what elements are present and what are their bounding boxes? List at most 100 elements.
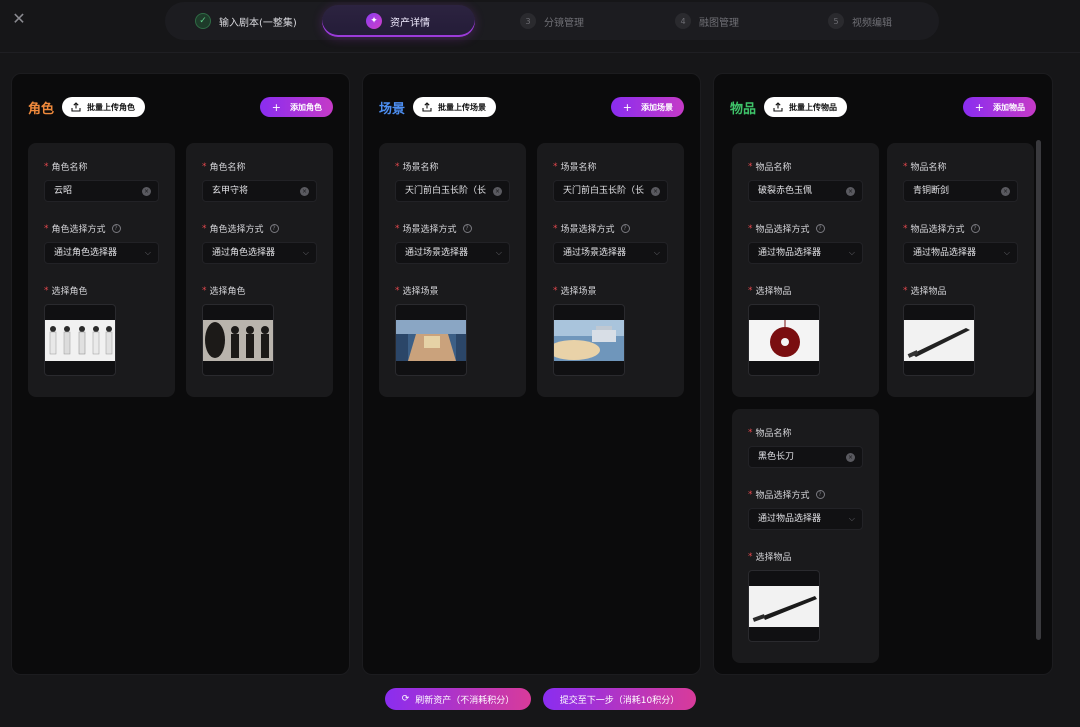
step-video-edit[interactable]: 5 视频编辑: [816, 5, 904, 37]
add-item-button[interactable]: + 添加物品: [962, 97, 1036, 117]
item-card: * 物品名称 破裂赤色玉佩 × * 物品选择方式? 通过物品选择器 ⌵ * 选择物品: [732, 143, 879, 397]
help-icon[interactable]: ?: [111, 224, 121, 233]
refresh-assets-button[interactable]: ⟳ 刷新资产（不消耗积分）: [385, 688, 531, 710]
item-thumbnail[interactable]: [903, 304, 975, 376]
method-label: * 物品选择方式?: [748, 222, 825, 235]
name-input[interactable]: 玄甲守将 ×: [202, 180, 317, 202]
method-select[interactable]: 通过角色选择器 ⌵: [44, 242, 159, 264]
bulk-upload-button[interactable]: 批量上传场景: [413, 97, 497, 117]
scene-thumbnail[interactable]: [553, 304, 625, 376]
character-card: * 角色名称 云昭 × * 角色选择方式? 通过角色选择器 ⌵ * 选择角色: [28, 143, 175, 397]
method-select[interactable]: 通过角色选择器 ⌵: [202, 242, 317, 264]
character-thumbnail[interactable]: [202, 304, 274, 376]
chevron-down-icon: ⌵: [1003, 248, 1010, 257]
header-divider: [0, 52, 1080, 53]
chevron-down-icon: ⌵: [653, 248, 660, 257]
name-input[interactable]: 青铜断剑 ×: [903, 180, 1018, 202]
panel-items: 物品 批量上传物品 + 添加物品 * 物品名称 破裂赤色玉佩 × * 物品选择方式? …: [713, 73, 1053, 675]
upload-icon: [71, 102, 81, 112]
method-select[interactable]: 通过场景选择器 ⌵: [553, 242, 668, 264]
step-image-fusion[interactable]: 4 融图管理: [663, 5, 751, 37]
item-card: * 物品名称 黑色长刀 × * 物品选择方式? 通过物品选择器 ⌵ * 选择物品: [732, 409, 879, 663]
item-card: * 物品名称 青铜断剑 × * 物品选择方式? 通过物品选择器 ⌵ * 选择物品: [887, 143, 1034, 397]
panel-scenes: 场景 批量上传场景 + 添加场景 * 场景名称 天门前白玉长阶（长 × * 场景选择方…: [362, 73, 701, 675]
name-input[interactable]: 破裂赤色玉佩 ×: [748, 180, 863, 202]
help-icon[interactable]: ?: [620, 224, 630, 233]
method-select[interactable]: 通过物品选择器 ⌵: [748, 508, 863, 530]
name-input[interactable]: 天门前白玉长阶（长 ×: [553, 180, 668, 202]
step-input-script[interactable]: ✓ 输入剧本(一整集): [183, 5, 309, 37]
method-select[interactable]: 通过场景选择器 ⌵: [395, 242, 510, 264]
panel-header: 物品 批量上传物品 + 添加物品: [730, 97, 1036, 117]
step-label: 视频编辑: [852, 17, 892, 29]
chevron-down-icon: ⌵: [848, 248, 855, 257]
panel-title: 物品: [730, 101, 757, 117]
clear-icon[interactable]: ×: [142, 187, 151, 196]
character-image: [45, 320, 115, 361]
plus-icon: +: [622, 100, 632, 114]
item-thumbnail[interactable]: [748, 304, 820, 376]
method-label: * 场景选择方式?: [553, 222, 630, 235]
armored-character-image: [203, 320, 273, 361]
help-icon[interactable]: ?: [815, 490, 825, 499]
name-label: * 物品名称: [748, 161, 792, 174]
bulk-upload-button[interactable]: 批量上传物品: [764, 97, 848, 117]
clear-icon[interactable]: ×: [1001, 187, 1010, 196]
step-number: 3: [520, 13, 536, 29]
name-label: * 物品名称: [903, 161, 947, 174]
pick-label: * 选择角色: [44, 285, 88, 298]
clear-icon[interactable]: ×: [493, 187, 502, 196]
submit-label: 提交至下一步（消耗10积分）: [559, 695, 680, 706]
pick-label: * 选择角色: [202, 285, 246, 298]
panel-header: 角色 批量上传角色 + 添加角色: [28, 97, 333, 117]
upload-icon: [773, 102, 783, 112]
clear-icon[interactable]: ×: [846, 187, 855, 196]
scene-thumbnail[interactable]: [395, 304, 467, 376]
clear-icon[interactable]: ×: [651, 187, 660, 196]
upload-icon: [422, 102, 432, 112]
name-label: * 物品名称: [748, 427, 792, 440]
chevron-down-icon: ⌵: [495, 248, 502, 257]
step-storyboard[interactable]: 3 分镜管理: [508, 5, 596, 37]
name-label: * 场景名称: [395, 161, 439, 174]
refresh-icon: ⟳: [401, 694, 410, 704]
help-icon[interactable]: ?: [269, 224, 279, 233]
help-icon[interactable]: ?: [815, 224, 825, 233]
name-input[interactable]: 天门前白玉长阶（长 ×: [395, 180, 510, 202]
help-icon[interactable]: ?: [970, 224, 980, 233]
step-asset-details[interactable]: ✦ 资产详情: [322, 5, 475, 37]
method-label: * 角色选择方式?: [44, 222, 121, 235]
bulk-upload-button[interactable]: 批量上传角色: [62, 97, 146, 117]
clear-icon[interactable]: ×: [846, 453, 855, 462]
method-select[interactable]: 通过物品选择器 ⌵: [748, 242, 863, 264]
pick-label: * 选择场景: [553, 285, 597, 298]
step-number: 4: [675, 13, 691, 29]
add-label: 添加场景: [641, 102, 673, 112]
add-character-button[interactable]: + 添加角色: [259, 97, 333, 117]
chevron-down-icon: ⌵: [144, 248, 151, 257]
plus-icon: +: [974, 100, 984, 114]
step-number: 5: [828, 13, 844, 29]
panel-title: 场景: [379, 101, 406, 117]
name-label: * 角色名称: [202, 161, 246, 174]
refresh-label: 刷新资产（不消耗积分）: [415, 695, 515, 706]
help-icon[interactable]: ?: [462, 224, 472, 233]
scene-image: [396, 320, 466, 361]
upload-label: 批量上传角色: [87, 102, 136, 112]
method-select[interactable]: 通过物品选择器 ⌵: [903, 242, 1018, 264]
panel-title: 角色: [28, 101, 55, 117]
scene-card: * 场景名称 天门前白玉长阶（长 × * 场景选择方式? 通过场景选择器 ⌵ * 选择场景: [379, 143, 526, 397]
add-scene-button[interactable]: + 添加场景: [610, 97, 684, 117]
name-input[interactable]: 黑色长刀 ×: [748, 446, 863, 468]
close-icon[interactable]: ✕: [10, 10, 28, 28]
name-input[interactable]: 云昭 ×: [44, 180, 159, 202]
method-label: * 场景选择方式?: [395, 222, 472, 235]
character-thumbnail[interactable]: [44, 304, 116, 376]
panel-characters: 角色 批量上传角色 + 添加角色 * 角色名称 云昭 × * 角色选择方式? 通过角色…: [11, 73, 350, 675]
submit-next-button[interactable]: 提交至下一步（消耗10积分）: [543, 688, 696, 710]
character-card: * 角色名称 玄甲守将 × * 角色选择方式? 通过角色选择器 ⌵ * 选择角色: [186, 143, 333, 397]
step-label: 融图管理: [699, 17, 739, 29]
item-thumbnail[interactable]: [748, 570, 820, 642]
items-scrollbar[interactable]: [1036, 140, 1041, 640]
clear-icon[interactable]: ×: [300, 187, 309, 196]
